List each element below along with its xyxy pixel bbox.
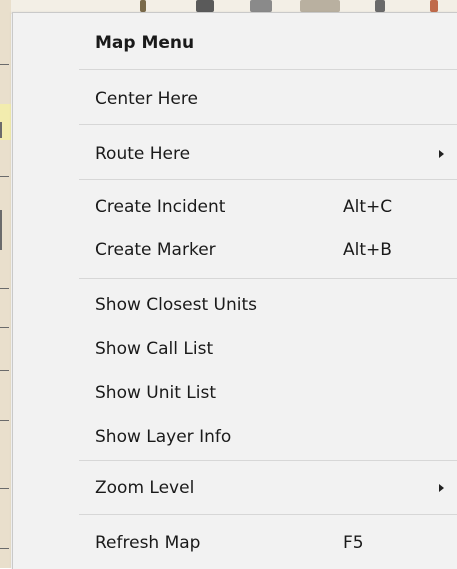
menu-item-show-layer-info[interactable]: Show Layer Info — [13, 415, 457, 459]
submenu-arrow-icon — [439, 484, 444, 492]
menu-item-zoom-level[interactable]: Zoom Level — [13, 466, 457, 510]
map-feature — [300, 0, 340, 12]
map-feature — [250, 0, 272, 12]
menu-separator — [79, 69, 457, 70]
menu-item-label: Route Here — [95, 144, 191, 164]
menu-item-shortcut: Alt+B — [343, 240, 392, 260]
map-feature — [0, 488, 9, 489]
menu-separator — [79, 278, 457, 279]
menu-separator — [79, 514, 457, 515]
menu-item-shortcut: Alt+C — [343, 197, 393, 217]
map-feature — [0, 370, 9, 371]
map-left-edge — [0, 0, 11, 568]
map-feature — [0, 64, 9, 65]
menu-item-label: Show Unit List — [95, 383, 217, 403]
menu-separator — [79, 179, 457, 180]
menu-item-label: Refresh Map — [95, 533, 201, 553]
map-feature — [0, 327, 9, 328]
menu-item-show-call-list[interactable]: Show Call List — [13, 327, 457, 371]
menu-item-label: Center Here — [95, 89, 198, 109]
menu-separator — [79, 124, 457, 125]
map-feature — [0, 420, 9, 421]
menu-item-label: Show Layer Info — [95, 427, 232, 447]
menu-item-label: Create Incident — [95, 197, 226, 217]
map-feature — [0, 122, 2, 138]
map-feature — [0, 548, 9, 549]
map-feature — [0, 210, 2, 250]
menu-item-show-closest-units[interactable]: Show Closest Units — [13, 283, 457, 327]
map-feature — [0, 176, 9, 177]
menu-header-label: Map Menu — [95, 33, 195, 53]
menu-item-label: Show Call List — [95, 339, 214, 359]
map-feature — [140, 0, 146, 12]
map-feature — [196, 0, 214, 12]
menu-item-label: Zoom Level — [95, 478, 195, 498]
menu-header: Map Menu — [13, 21, 457, 65]
map-context-menu: Map Menu Center Here Route Here Create I… — [12, 12, 457, 569]
submenu-arrow-icon — [439, 150, 444, 158]
menu-item-refresh-map[interactable]: Refresh Map F5 — [13, 521, 457, 565]
menu-item-show-unit-list[interactable]: Show Unit List — [13, 371, 457, 415]
menu-item-shortcut: F5 — [343, 533, 364, 553]
menu-item-create-marker[interactable]: Create Marker Alt+B — [13, 228, 457, 272]
menu-item-center-here[interactable]: Center Here — [13, 77, 457, 121]
menu-item-label: Create Marker — [95, 240, 216, 260]
map-feature — [0, 288, 9, 289]
menu-item-label: Show Closest Units — [95, 295, 257, 315]
menu-separator — [79, 460, 457, 461]
map-feature — [430, 0, 438, 12]
map-feature — [375, 0, 385, 12]
menu-item-route-here[interactable]: Route Here — [13, 132, 457, 176]
menu-item-create-incident[interactable]: Create Incident Alt+C — [13, 185, 457, 229]
